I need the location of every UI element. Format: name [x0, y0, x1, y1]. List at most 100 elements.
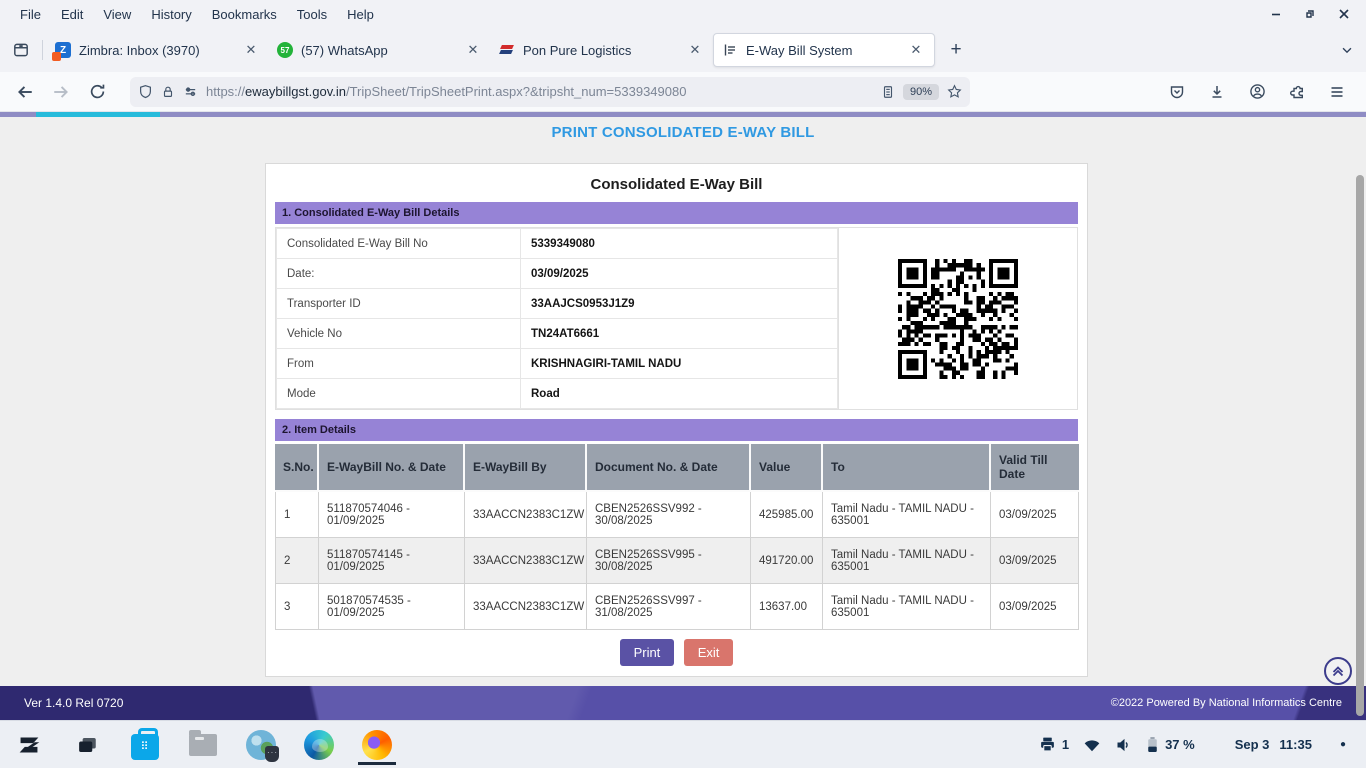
tab-close-icon[interactable]: ✕ — [906, 40, 926, 60]
taskbar: ⠿ 1 — [0, 720, 1366, 768]
menu-help[interactable]: Help — [337, 7, 384, 22]
cell-sno: 3 — [275, 584, 319, 630]
bookmark-star-icon[interactable] — [947, 84, 962, 99]
cell-document: CBEN2526SSV992 - 30/08/2025 — [587, 492, 751, 538]
battery-indicator[interactable]: 37 % — [1146, 736, 1195, 753]
detail-row: ModeRoad — [277, 379, 838, 409]
list-all-tabs-icon[interactable] — [1332, 35, 1362, 65]
tab-separator — [42, 40, 43, 60]
tab-whatsapp[interactable]: 57 (57) WhatsApp ✕ — [269, 33, 491, 67]
minimize-button[interactable] — [1268, 6, 1284, 22]
menu-view[interactable]: View — [93, 7, 141, 22]
hamburger-menu-icon[interactable] — [1322, 77, 1352, 107]
page-title: PRINT CONSOLIDATED E-WAY BILL — [0, 124, 1366, 141]
tab-close-icon[interactable]: ✕ — [241, 40, 261, 60]
permissions-icon[interactable] — [183, 84, 198, 99]
loading-progress-bar — [36, 112, 160, 117]
detail-label: Consolidated E-Way Bill No — [277, 229, 521, 259]
table-row: 3 501870574535 - 01/09/2025 33AACCN2383C… — [275, 584, 1079, 630]
tab-close-icon[interactable]: ✕ — [463, 40, 483, 60]
print-button[interactable]: Print — [620, 639, 675, 666]
zimbra-favicon: Z — [55, 42, 71, 58]
wifi-icon[interactable] — [1083, 737, 1101, 753]
clock[interactable]: Sep 3 11:35 — [1235, 737, 1312, 752]
qr-code — [898, 259, 1018, 379]
menu-edit[interactable]: Edit — [51, 7, 93, 22]
forward-icon[interactable] — [46, 77, 76, 107]
tab-close-icon[interactable]: ✕ — [685, 40, 705, 60]
pocket-icon[interactable] — [1162, 77, 1192, 107]
menu-tools[interactable]: Tools — [287, 7, 337, 22]
account-icon[interactable] — [1242, 77, 1272, 107]
notification-dot-icon: ● — [1340, 739, 1346, 750]
eway-favicon — [722, 42, 738, 58]
cell-valid-till: 03/09/2025 — [991, 538, 1079, 584]
url-text[interactable]: https://ewaybillgst.gov.in/TripSheet/Tri… — [206, 84, 873, 99]
file-manager-icon[interactable] — [186, 725, 220, 765]
detail-label: Date: — [277, 259, 521, 289]
taskbar-apps: ⠿ — [0, 725, 394, 765]
cell-valid-till: 03/09/2025 — [991, 492, 1079, 538]
menu-bookmarks[interactable]: Bookmarks — [202, 7, 287, 22]
section-header-details: 1. Consolidated E-Way Bill Details — [275, 202, 1078, 224]
url-bar[interactable]: https://ewaybillgst.gov.in/TripSheet/Tri… — [130, 77, 970, 107]
firefox-view-icon[interactable] — [4, 33, 38, 67]
restore-button[interactable] — [1302, 6, 1318, 22]
menu-file[interactable]: File — [10, 7, 51, 22]
reader-mode-icon[interactable] — [881, 85, 895, 99]
back-icon[interactable] — [10, 77, 40, 107]
firefox-icon[interactable] — [360, 725, 394, 765]
menu-history[interactable]: History — [141, 7, 201, 22]
cell-ewaybill-by: 33AACCN2383C1ZW — [465, 584, 587, 630]
item-details-table: S.No. E-WayBill No. & Date E-WayBill By … — [275, 444, 1079, 630]
page-top-strip — [0, 112, 1366, 117]
close-button[interactable] — [1336, 6, 1352, 22]
menu-bar: File Edit View History Bookmarks Tools H… — [0, 0, 1366, 28]
tab-pon-pure-logistics[interactable]: Pon Pure Logistics ✕ — [491, 33, 713, 67]
exit-button[interactable]: Exit — [684, 639, 734, 666]
detail-row: Transporter ID33AAJCS0953J1Z9 — [277, 289, 838, 319]
cell-value: 13637.00 — [751, 584, 823, 630]
details-table: Consolidated E-Way Bill No5339349080 Dat… — [275, 227, 1078, 410]
version-label: Ver 1.4.0 Rel 0720 — [24, 696, 123, 710]
cell-to: Tamil Nadu - TAMIL NADU - 635001 — [823, 538, 991, 584]
detail-value: Road — [521, 379, 838, 409]
detail-value: TN24AT6661 — [521, 319, 838, 349]
tab-zimbra[interactable]: Z Zimbra: Inbox (3970) ✕ — [47, 33, 269, 67]
detail-value: 5339349080 — [521, 229, 838, 259]
col-to: To — [823, 444, 991, 492]
cell-ewaybill-no: 501870574535 - 01/09/2025 — [319, 584, 465, 630]
workspace-switcher-icon[interactable] — [70, 725, 104, 765]
lock-icon[interactable] — [161, 85, 175, 99]
edge-icon[interactable] — [302, 725, 336, 765]
firefox-window: File Edit View History Bookmarks Tools H… — [0, 0, 1366, 720]
new-tab-button[interactable]: + — [941, 35, 971, 65]
active-app-indicator — [358, 762, 396, 765]
zoom-level-badge[interactable]: 90% — [903, 84, 939, 100]
detail-value: KRISHNAGIRI-TAMIL NADU — [521, 349, 838, 379]
zorin-menu-icon[interactable] — [12, 725, 46, 765]
detail-label: Transporter ID — [277, 289, 521, 319]
eway-bill-card: Consolidated E-Way Bill 1. Consolidated … — [265, 163, 1088, 677]
downloads-icon[interactable] — [1202, 77, 1232, 107]
software-store-icon[interactable]: ⠿ — [128, 725, 162, 765]
cell-document: CBEN2526SSV997 - 31/08/2025 — [587, 584, 751, 630]
volume-icon[interactable] — [1115, 737, 1132, 753]
shield-icon[interactable] — [138, 84, 153, 99]
cell-sno: 1 — [275, 492, 319, 538]
scroll-to-top-button[interactable] — [1324, 657, 1352, 685]
unread-badge — [52, 52, 61, 61]
cell-ewaybill-by: 33AACCN2383C1ZW — [465, 492, 587, 538]
cell-ewaybill-no: 511870574145 - 01/09/2025 — [319, 538, 465, 584]
page-viewport: PRINT CONSOLIDATED E-WAY BILL Consolidat… — [0, 112, 1366, 720]
extensions-icon[interactable] — [1282, 77, 1312, 107]
reload-icon[interactable] — [82, 77, 112, 107]
detail-value: 33AAJCS0953J1Z9 — [521, 289, 838, 319]
detail-label: Mode — [277, 379, 521, 409]
scrollbar[interactable] — [1356, 175, 1364, 716]
secure-browser-icon[interactable] — [244, 725, 278, 765]
cell-value: 491720.00 — [751, 538, 823, 584]
desktop: File Edit View History Bookmarks Tools H… — [0, 0, 1366, 768]
printer-indicator[interactable]: 1 — [1039, 736, 1069, 753]
tab-eway-bill-system[interactable]: E-Way Bill System ✕ — [713, 33, 935, 67]
